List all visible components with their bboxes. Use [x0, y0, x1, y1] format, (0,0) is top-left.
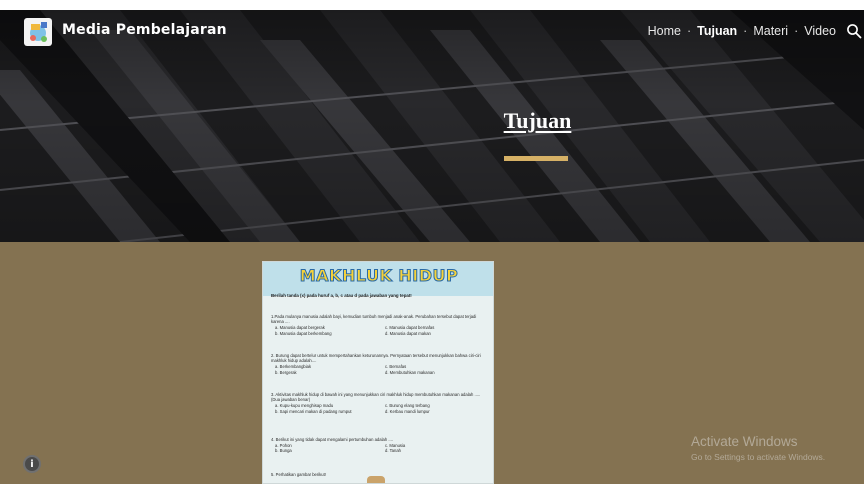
worksheet-question: 3. Aktivitas makhluk hidup di bawah ini …	[271, 392, 489, 414]
worksheet-image[interactable]: MAKHLUK HIDUP Berilah tanda (x) pada hur…	[262, 261, 494, 484]
worksheet-question: 1.Pada mulanya manusia adalah bayi, kemu…	[271, 314, 489, 336]
question-option: d. Manusia dapat makan	[385, 330, 431, 336]
watermark-title: Activate Windows	[691, 434, 798, 449]
question-option: d. Membutuhkan makanan	[385, 369, 435, 375]
site-title[interactable]: Media Pembelajaran	[62, 22, 227, 38]
search-icon[interactable]	[846, 23, 862, 39]
activate-windows-watermark: Activate Windows Go to Settings to activ…	[691, 434, 825, 462]
worksheet-question: 2. Burung dapat bertelur untuk mempertah…	[271, 353, 489, 375]
question-option: b. Bergerak	[275, 369, 297, 375]
question-option: b. Sapi mencari makan di padang rumput	[275, 408, 352, 414]
watermark-subtitle: Go to Settings to activate Windows.	[691, 452, 826, 462]
question-option: b. Manusia dapat berkembang	[275, 330, 332, 336]
main-navigation: Home · Tujuan · Materi · Video	[648, 24, 836, 38]
worksheet-instruction: Berilah tanda (x) pada huruf a, b, c ata…	[271, 293, 412, 298]
page-title: Tujuan	[503, 108, 572, 133]
nav-item-materi[interactable]: Materi	[753, 24, 788, 38]
nav-separator: ·	[794, 24, 799, 38]
question-option: d. Tanah	[385, 448, 401, 454]
question-text: 2. Burung dapat bertelur untuk mempertah…	[271, 353, 481, 364]
question-option: d. Kerbau mandi lumpur	[385, 408, 430, 414]
nav-item-tujuan[interactable]: Tujuan	[697, 24, 737, 38]
nav-separator: ·	[743, 24, 748, 38]
question-text: 4. Berikut ini yang tidak dapat mengalam…	[271, 437, 393, 442]
nav-item-video[interactable]: Video	[804, 24, 836, 38]
learning-media-logo-icon[interactable]	[24, 18, 52, 46]
worksheet-question: 4. Berikut ini yang tidak dapat mengalam…	[271, 437, 489, 454]
question-text: 1.Pada mulanya manusia adalah bayi, kemu…	[271, 314, 477, 325]
site-header: Media Pembelajaran Home · Tujuan · Mater…	[0, 10, 864, 56]
title-underline-accent	[504, 156, 568, 161]
nav-item-home[interactable]: Home	[648, 24, 681, 38]
info-icon[interactable]: i	[23, 455, 41, 473]
question-text: 3. Aktivitas makhluk hidup di bawah ini …	[271, 392, 481, 403]
question-option: b. Bunga	[275, 448, 292, 454]
worksheet-title: MAKHLUK HIDUP	[299, 266, 459, 286]
nav-separator: ·	[686, 24, 692, 38]
worksheet-figure	[367, 476, 385, 483]
